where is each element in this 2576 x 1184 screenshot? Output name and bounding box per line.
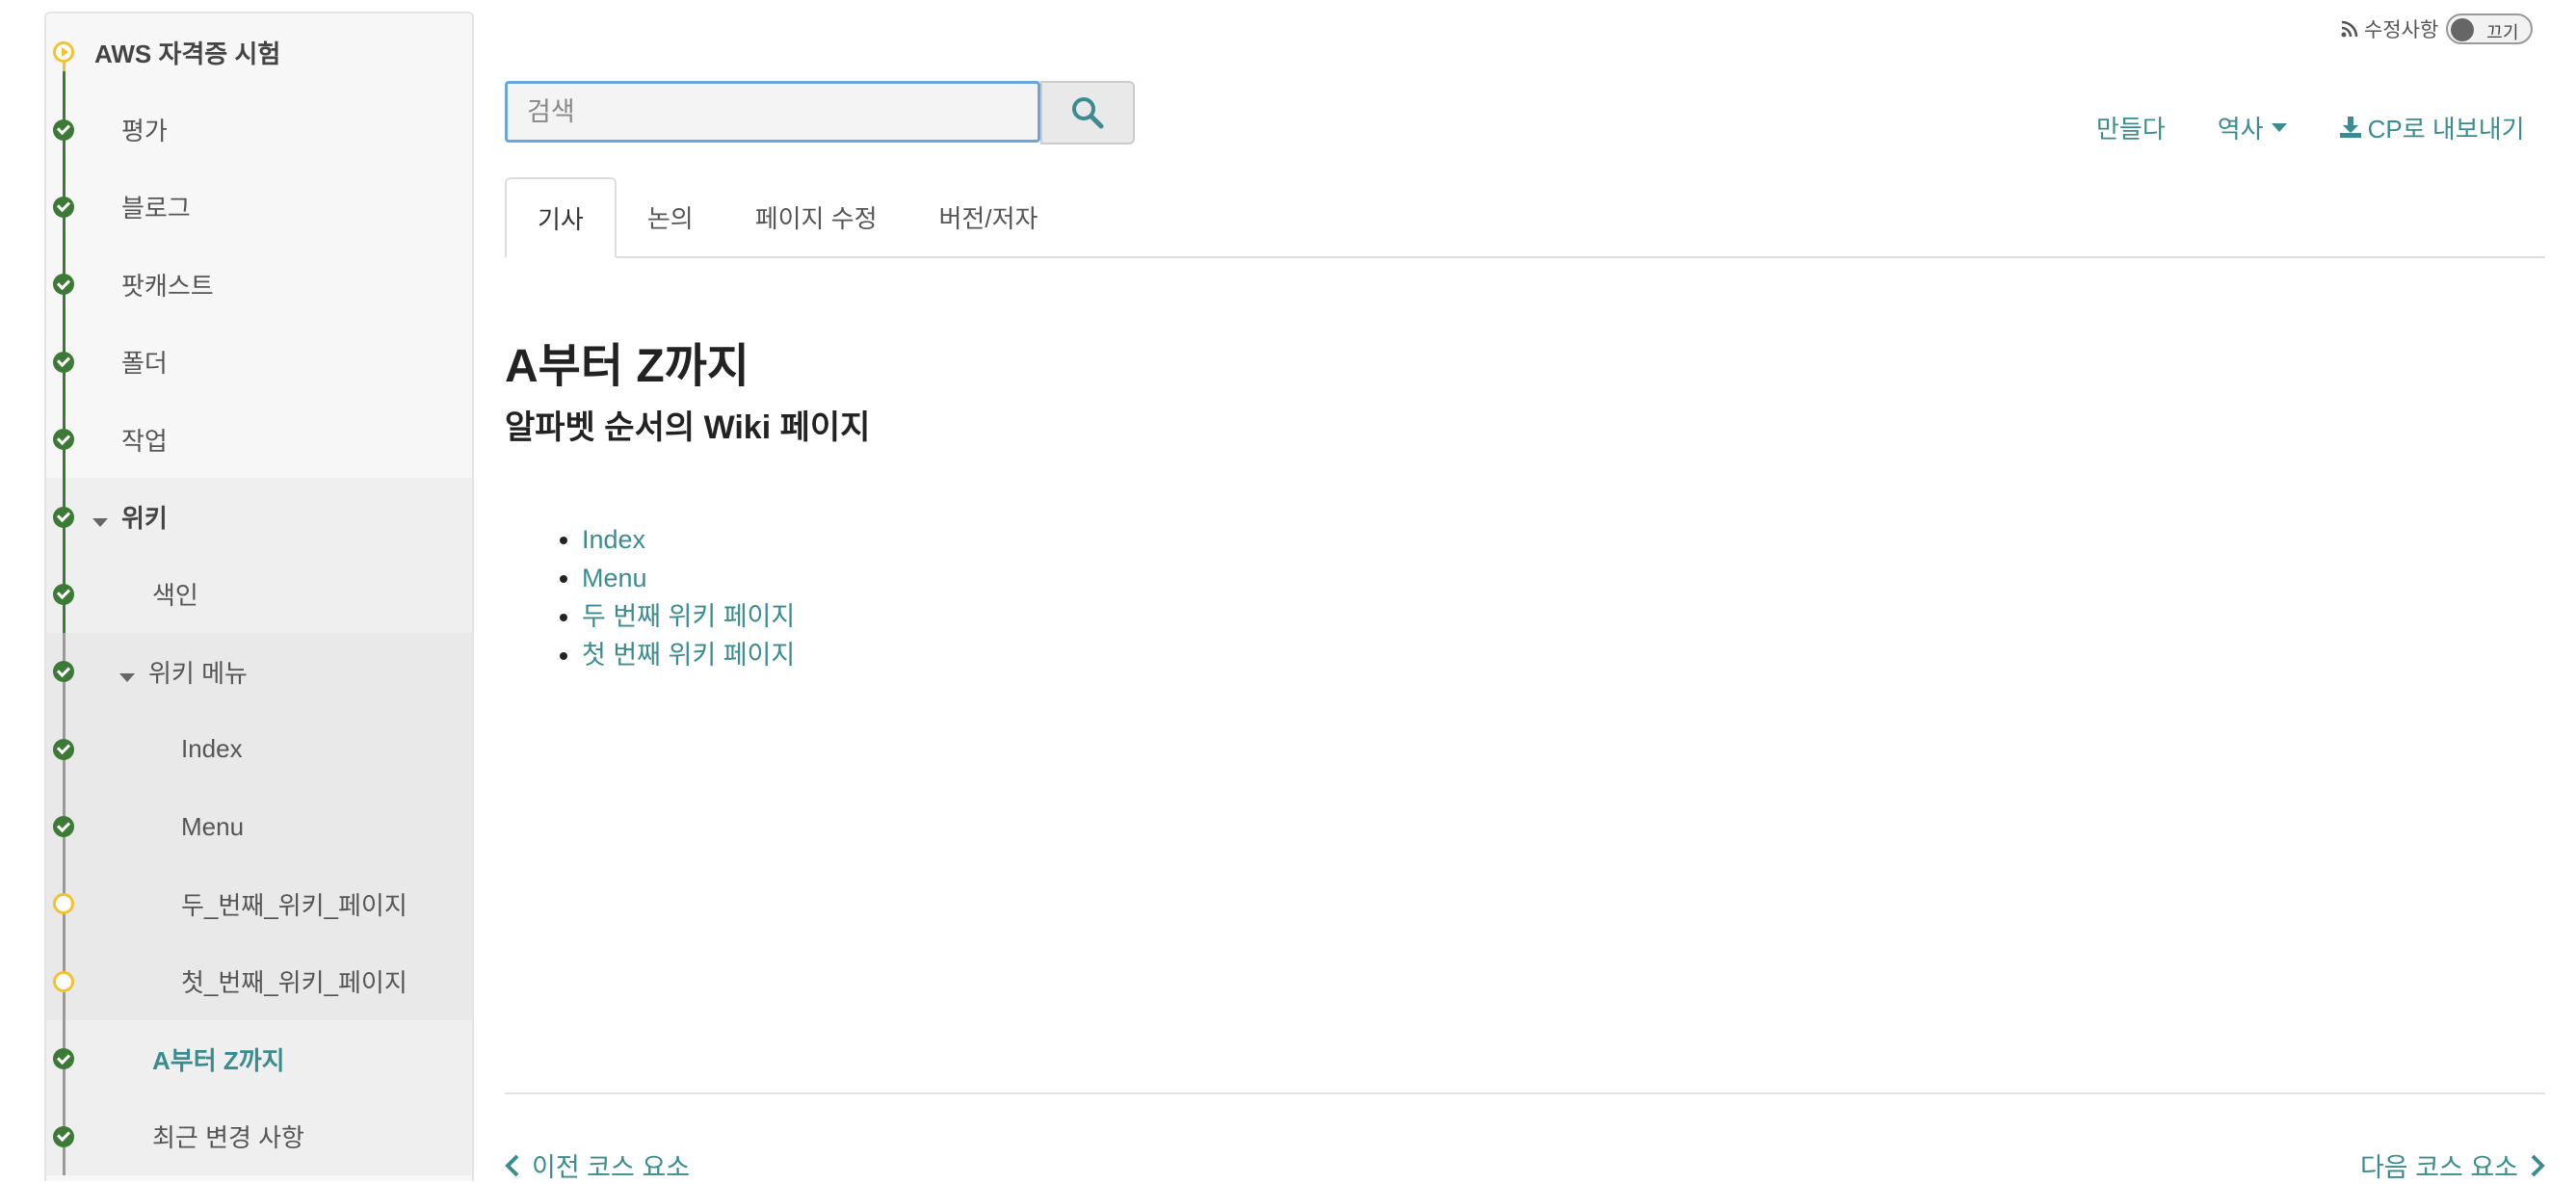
sidebar-item-wiki[interactable]: 위키 xyxy=(46,478,472,556)
sidebar-item-blog[interactable]: 블로그 xyxy=(46,168,472,247)
chevron-left-icon xyxy=(505,1154,519,1176)
chevron-right-icon xyxy=(2531,1154,2545,1176)
download-icon xyxy=(2339,117,2361,138)
previous-element-link[interactable]: 이전 코스 요소 xyxy=(505,1146,690,1184)
search-input[interactable] xyxy=(505,81,1040,143)
sidebar-item-index[interactable]: 색인 xyxy=(46,555,472,634)
list-item: 두 번째 위키 페이지 xyxy=(582,597,795,636)
sidebar-item-label: A부터 Z까지 xyxy=(152,1045,285,1075)
course-sidebar: AWS 자격증 시험 평가 블로그 팟캐스트 폴더 작업 위키 색인 위키 메뉴 xyxy=(44,12,474,1181)
changes-label: 수정사항 xyxy=(2364,19,2439,41)
sidebar-item-label: 최근 변경 사항 xyxy=(152,1123,304,1153)
sidebar-item-first-wiki-page[interactable]: 첫_번째_위키_페이지 xyxy=(46,942,472,1021)
incomplete-circle-icon xyxy=(53,970,74,992)
previous-label: 이전 코스 요소 xyxy=(532,1153,691,1182)
check-icon xyxy=(53,1125,74,1147)
next-label: 다음 코스 요소 xyxy=(2359,1153,2518,1182)
check-icon xyxy=(53,738,74,760)
search-icon xyxy=(1072,97,1104,129)
sidebar-item-label: 두_번째_위키_페이지 xyxy=(181,890,407,920)
caret-down-icon[interactable] xyxy=(119,672,135,682)
sidebar-item-folder[interactable]: 폴더 xyxy=(46,323,472,401)
sidebar-item-wiki-menu-page[interactable]: Menu xyxy=(46,787,472,866)
rss-icon xyxy=(2341,20,2358,38)
list-item: Index xyxy=(582,520,795,559)
search-button[interactable] xyxy=(1040,81,1135,145)
check-icon xyxy=(53,118,74,141)
list-item: Menu xyxy=(582,559,795,597)
wiki-link-index[interactable]: Index xyxy=(582,525,645,554)
toggle-label: 끄기 xyxy=(2486,23,2519,42)
page-tabs: 기사 논의 페이지 수정 버전/저자 xyxy=(505,177,2545,258)
sidebar-item-recent-changes[interactable]: 최근 변경 사항 xyxy=(46,1097,472,1175)
tab-edit-page[interactable]: 페이지 수정 xyxy=(724,177,908,256)
sidebar-course-title[interactable]: AWS 자격증 시험 xyxy=(46,13,472,92)
caret-down-icon[interactable] xyxy=(92,518,108,528)
wiki-page-list: Index Menu 두 번째 위키 페이지 첫 번째 위키 페이지 xyxy=(549,520,795,674)
wiki-link-first-page[interactable]: 첫 번째 위키 페이지 xyxy=(582,641,795,670)
page-actions: 만들다 역사 CP로 내보내기 xyxy=(2096,108,2525,146)
tab-article[interactable]: 기사 xyxy=(505,177,617,258)
tab-discussion[interactable]: 논의 xyxy=(617,177,724,256)
export-cp-link[interactable]: CP로 내보내기 xyxy=(2339,110,2525,145)
create-link[interactable]: 만들다 xyxy=(2096,110,2166,145)
check-icon xyxy=(53,351,74,373)
changes-toggle-group: 수정사항 끄기 xyxy=(2341,13,2534,44)
tab-versions-authors[interactable]: 버전/저자 xyxy=(908,177,1069,256)
changes-toggle[interactable]: 끄기 xyxy=(2446,13,2534,44)
sidebar-item-wiki-menu[interactable]: 위키 메뉴 xyxy=(46,633,472,711)
check-icon xyxy=(53,506,74,528)
sidebar-item-task[interactable]: 작업 xyxy=(46,400,472,479)
history-label: 역사 xyxy=(2217,114,2264,144)
sidebar-item-assessment[interactable]: 평가 xyxy=(46,91,472,169)
wiki-link-menu[interactable]: Menu xyxy=(582,564,647,592)
content-divider xyxy=(505,1092,2545,1094)
sidebar-item-label: Index xyxy=(181,734,243,764)
export-label: CP로 내보내기 xyxy=(2367,114,2525,144)
check-icon xyxy=(53,583,74,605)
page-title: A부터 Z까지 xyxy=(505,341,749,392)
sidebar-item-a-to-z[interactable]: A부터 Z까지 xyxy=(46,1020,472,1098)
course-title: AWS 자격증 시험 xyxy=(94,39,281,68)
sidebar-item-wiki-index[interactable]: Index xyxy=(46,710,472,788)
sidebar-item-label: 위키 메뉴 xyxy=(46,654,248,690)
check-icon xyxy=(53,816,74,838)
sidebar-item-label: Menu xyxy=(181,811,245,841)
sidebar-item-podcast[interactable]: 팟캐스트 xyxy=(46,246,472,324)
wiki-link-second-page[interactable]: 두 번째 위키 페이지 xyxy=(582,602,795,631)
caret-down-icon xyxy=(2271,122,2287,132)
page-subtitle: 알파벳 순서의 Wiki 페이지 xyxy=(505,409,871,446)
history-dropdown[interactable]: 역사 xyxy=(2218,110,2287,145)
toggle-knob xyxy=(2451,18,2475,41)
check-icon xyxy=(53,196,74,218)
sidebar-item-second-wiki-page[interactable]: 두_번째_위키_페이지 xyxy=(46,865,472,943)
list-item: 첫 번째 위키 페이지 xyxy=(582,636,795,674)
next-element-link[interactable]: 다음 코스 요소 xyxy=(2360,1146,2545,1184)
sidebar-item-label: 첫_번째_위키_페이지 xyxy=(181,968,407,998)
check-icon xyxy=(53,429,74,451)
